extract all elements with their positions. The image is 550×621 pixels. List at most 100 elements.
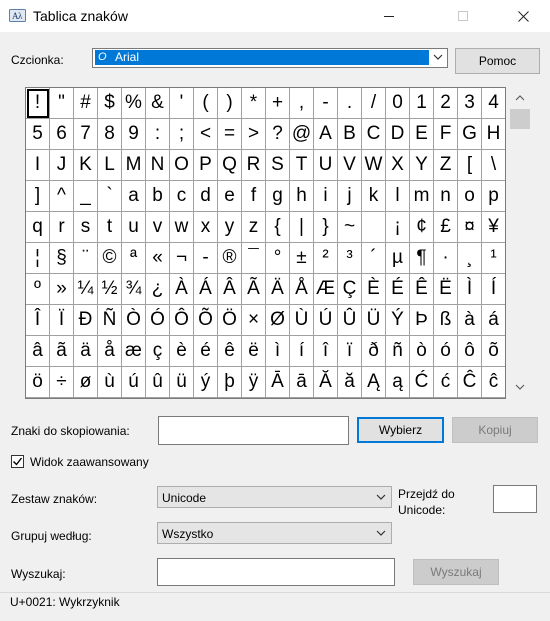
character-cell[interactable]: ¬ [170, 243, 194, 274]
character-cell[interactable]: Å [290, 274, 314, 305]
character-cell[interactable]: 2 [434, 88, 458, 119]
character-cell[interactable]: Í [482, 274, 505, 305]
group-by-dropdown[interactable]: Wszystko [157, 522, 392, 544]
character-cell[interactable]: ñ [386, 336, 410, 367]
character-cell[interactable]: | [290, 212, 314, 243]
character-cell[interactable]: ¡ [386, 212, 410, 243]
character-cell[interactable]: k [362, 181, 386, 212]
character-cell[interactable]: x [194, 212, 218, 243]
scrollbar-thumb[interactable] [510, 109, 530, 129]
character-cell[interactable]: Ï [50, 305, 74, 336]
character-cell[interactable]: i [314, 181, 338, 212]
character-cell[interactable]: Ð [74, 305, 98, 336]
character-cell[interactable]: y [218, 212, 242, 243]
character-cell[interactable]: N [146, 150, 170, 181]
character-cell[interactable]: ¥ [482, 212, 505, 243]
character-cell[interactable]: ë [242, 336, 266, 367]
font-selected-value[interactable]: O Arial [95, 50, 429, 65]
character-cell[interactable]: u [122, 212, 146, 243]
character-cell[interactable]: - [314, 88, 338, 119]
character-cell[interactable]: Ë [434, 274, 458, 305]
character-cell[interactable]: Æ [314, 274, 338, 305]
character-cell[interactable]: f [242, 181, 266, 212]
character-cell[interactable]: á [482, 305, 505, 336]
character-cell[interactable]: ¢ [410, 212, 434, 243]
character-cell[interactable]: ì [266, 336, 290, 367]
character-cell[interactable]: õ [482, 336, 505, 367]
character-cell[interactable]: ã [50, 336, 74, 367]
character-cell[interactable]: j [338, 181, 362, 212]
character-cell[interactable]: â [26, 336, 50, 367]
character-cell[interactable]: d [194, 181, 218, 212]
character-cell[interactable]: û [146, 367, 170, 398]
character-cell[interactable]: § [50, 243, 74, 274]
character-cell[interactable]: Ø [266, 305, 290, 336]
character-grid[interactable]: ! " # $% & '() * +, -./0 1 2 3 4 5 6 7 8 9:; < = >? @ A B C D E F G H… [25, 87, 506, 399]
character-cell[interactable]: T [290, 150, 314, 181]
character-cell[interactable]: ü [170, 367, 194, 398]
character-cell[interactable]: « [146, 243, 170, 274]
character-cell[interactable]: a [122, 181, 146, 212]
character-cell[interactable]: ä [74, 336, 98, 367]
character-cell[interactable]: . [338, 88, 362, 119]
character-cell[interactable]: ā [290, 367, 314, 398]
scroll-up-icon[interactable] [507, 88, 533, 108]
character-cell[interactable]: ô [458, 336, 482, 367]
character-cell[interactable]: ª [122, 243, 146, 274]
character-cell[interactable]: z [242, 212, 266, 243]
character-cell[interactable]: Y [410, 150, 434, 181]
character-cell[interactable]: l [386, 181, 410, 212]
character-cell[interactable]: E [410, 119, 434, 150]
character-cell[interactable]: ö [26, 367, 50, 398]
character-cell[interactable]: ² [314, 243, 338, 274]
character-cell[interactable]: ą [386, 367, 410, 398]
character-cell[interactable]: 7 [74, 119, 98, 150]
character-cell[interactable]: Ü [362, 305, 386, 336]
character-cell[interactable]: p [482, 181, 505, 212]
character-cell[interactable]: @ [290, 119, 314, 150]
character-cell[interactable]: ¸ [458, 243, 482, 274]
character-cell[interactable]: K [74, 150, 98, 181]
character-cell[interactable]: ð [362, 336, 386, 367]
character-cell[interactable]: Ù [290, 305, 314, 336]
character-cell[interactable]: [ [458, 150, 482, 181]
select-button[interactable]: Wybierz [357, 417, 444, 443]
character-cell[interactable]: é [194, 336, 218, 367]
character-cell[interactable]: 9 [122, 119, 146, 150]
character-cell[interactable]: \ [482, 150, 505, 181]
character-cell[interactable]: e [218, 181, 242, 212]
character-cell[interactable]: ć [434, 367, 458, 398]
character-cell[interactable]: ß [434, 305, 458, 336]
character-cell[interactable]: ¼ [74, 274, 98, 305]
close-button[interactable] [500, 0, 546, 32]
character-cell[interactable]: À [170, 274, 194, 305]
character-cell[interactable]: É [386, 274, 410, 305]
character-cell[interactable]: Ì [458, 274, 482, 305]
character-cell[interactable]: ³ [338, 243, 362, 274]
character-cell[interactable]: þ [218, 367, 242, 398]
character-cell[interactable]: Ć [410, 367, 434, 398]
character-cell[interactable]: s [74, 212, 98, 243]
minimize-button[interactable] [366, 0, 412, 32]
character-cell[interactable]: à [458, 305, 482, 336]
character-cell[interactable]: ò [410, 336, 434, 367]
help-button[interactable]: Pomoc [455, 48, 540, 74]
character-cell[interactable]: ¯ [242, 243, 266, 274]
character-cell[interactable]: b [146, 181, 170, 212]
character-cell[interactable]: _ [74, 181, 98, 212]
character-cell[interactable]: h [290, 181, 314, 212]
character-cell[interactable]: Ò [122, 305, 146, 336]
character-cell[interactable]: q [26, 212, 50, 243]
character-cell[interactable]: Þ [410, 305, 434, 336]
character-cell[interactable]: m [410, 181, 434, 212]
character-cell[interactable]: 3 [458, 88, 482, 119]
character-cell[interactable]: Ă [314, 367, 338, 398]
character-cell[interactable]: Á [194, 274, 218, 305]
character-cell[interactable]: ï [338, 336, 362, 367]
character-cell[interactable]: ' [170, 88, 194, 119]
charset-dropdown[interactable]: Unicode [157, 486, 392, 508]
character-cell[interactable]: Ö [218, 305, 242, 336]
character-cell[interactable]: ¨ [74, 243, 98, 274]
character-cell[interactable]: Ç [338, 274, 362, 305]
character-cell[interactable]: ; [170, 119, 194, 150]
